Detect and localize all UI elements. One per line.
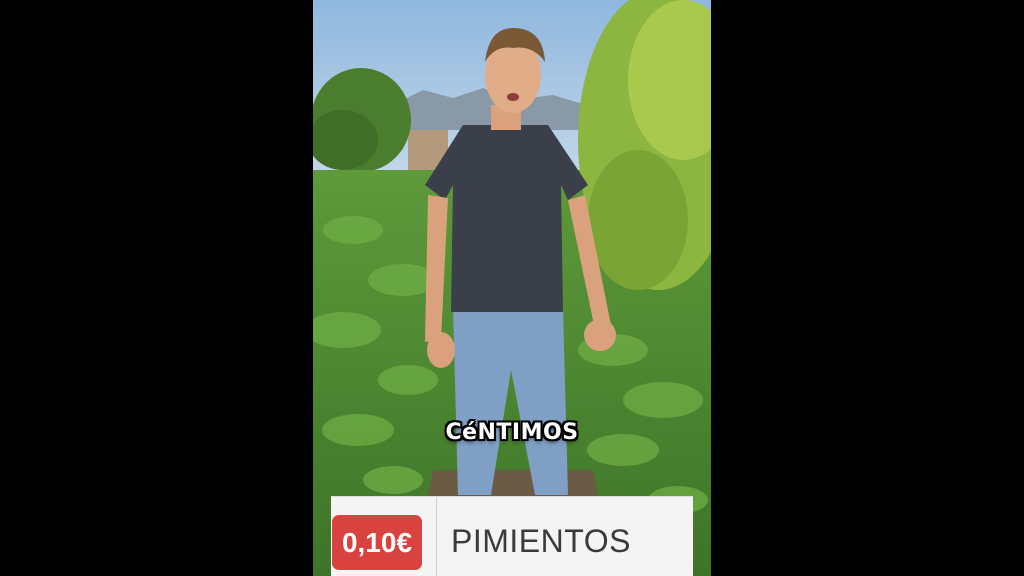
video-frame[interactable]: CéNTIMOS 0,10€ PIMIENTOS <box>313 0 711 576</box>
screen: CéNTIMOS 0,10€ PIMIENTOS <box>0 0 1024 576</box>
card-divider <box>436 497 437 576</box>
product-name: PIMIENTOS <box>451 523 631 559</box>
price-card: 0,10€ PIMIENTOS <box>331 496 693 576</box>
scene-illustration <box>313 0 711 576</box>
price-badge: 0,10€ <box>332 515 422 570</box>
subtitle-caption: CéNTIMOS <box>445 420 579 445</box>
